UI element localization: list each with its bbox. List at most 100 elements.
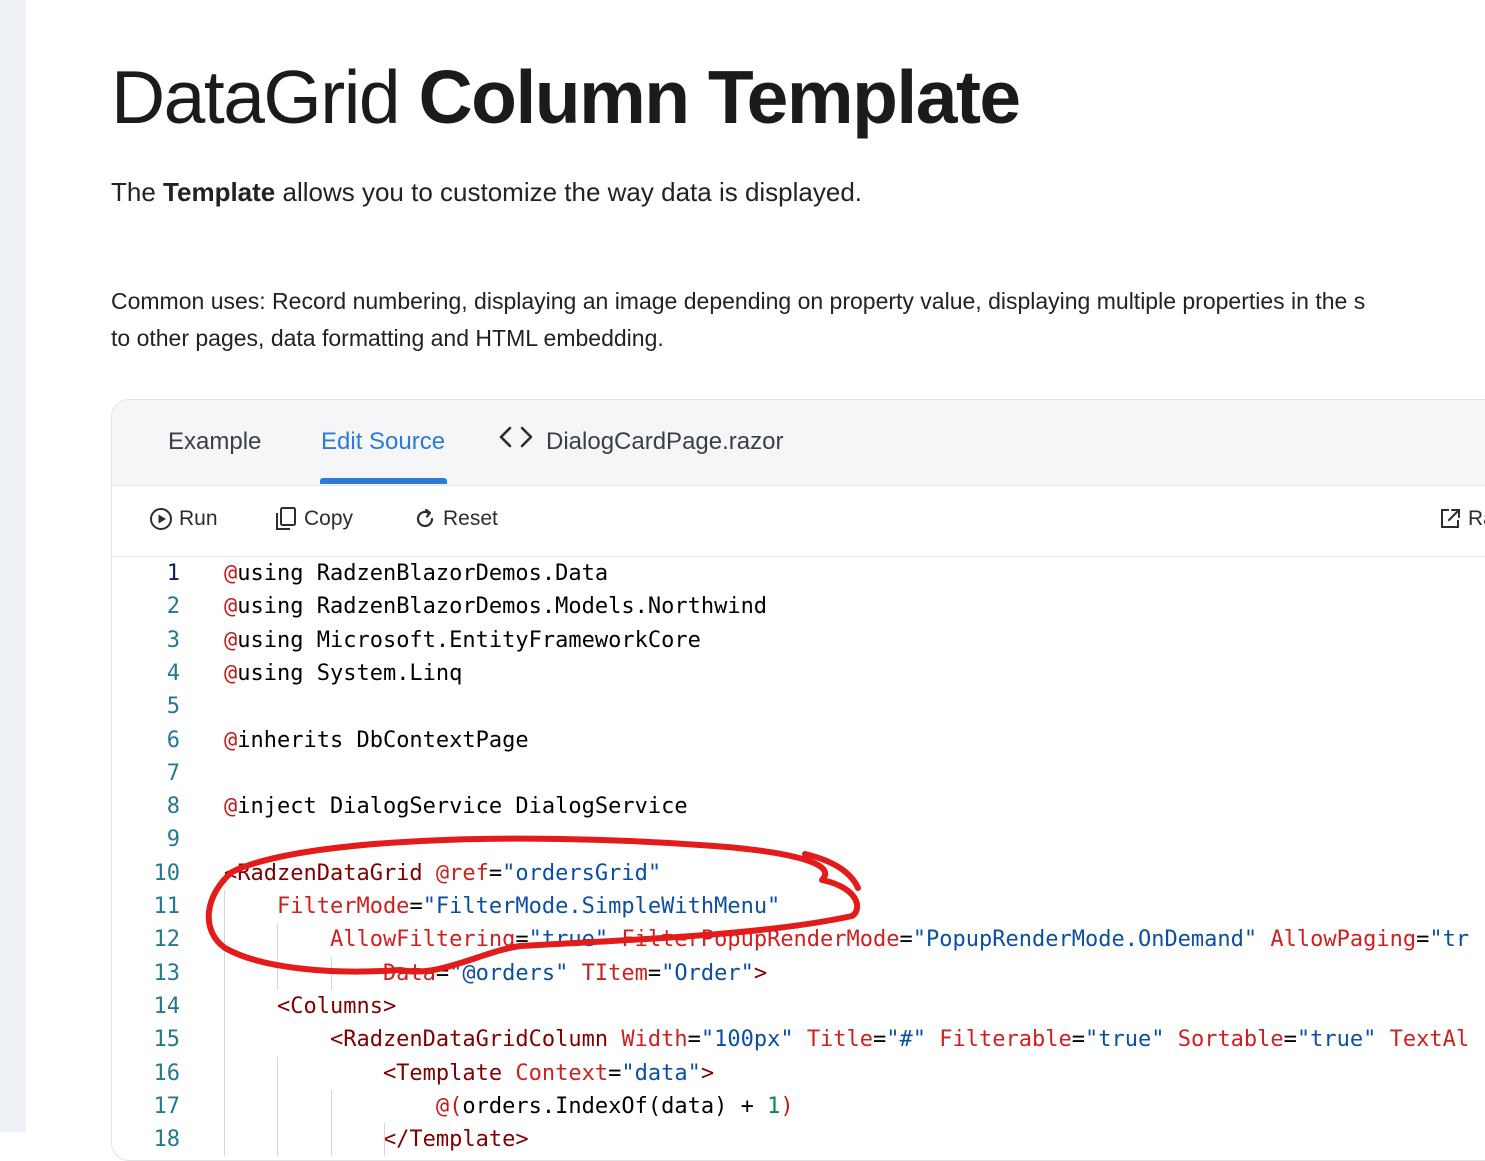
code-token: </Template>	[224, 1127, 529, 1153]
code-text: @using RadzenBlazorDemos.Data	[224, 557, 608, 590]
code-line: 5	[112, 690, 1485, 723]
code-token: =	[608, 1060, 622, 1086]
code-text: @using RadzenBlazorDemos.Models.Northwin…	[224, 590, 767, 623]
reset-button[interactable]: Reset	[413, 504, 498, 534]
intro-text-end: allows you to customize the way data is …	[282, 177, 863, 207]
code-token: @ref	[435, 860, 489, 886]
code-text: <Columns>	[224, 990, 396, 1023]
run-label: Run	[179, 507, 218, 530]
code-line: 16 <Template Context="data">	[112, 1057, 1485, 1090]
line-number: 18	[153, 1127, 181, 1153]
code-line: 15 <RadzenDataGridColumn Width="100px" T…	[112, 1023, 1485, 1056]
open-external-label: Ra	[1468, 507, 1485, 530]
code-editor[interactable]: 1 @using RadzenBlazorDemos.Data 2 @using Ra…	[112, 557, 1485, 1160]
page-title-bold: Column Template	[418, 55, 1021, 139]
code-line: 10 <RadzenDataGrid @ref="ordersGrid"	[112, 857, 1485, 890]
code-token: TItem	[581, 960, 648, 986]
reset-label: Reset	[443, 507, 498, 530]
code-token: "true"	[528, 927, 622, 953]
code-token: @	[224, 794, 238, 820]
page-title-light: DataGrid	[111, 55, 401, 139]
code-token: =	[1416, 927, 1430, 953]
tab-file[interactable]: DialogCardPage.razor	[498, 425, 783, 459]
code-text: @inherits DbContextPage	[224, 724, 529, 757]
code-line: 11 FilterMode="FilterMode.SimpleWithMenu…	[112, 890, 1485, 923]
line-number: 4	[166, 660, 180, 686]
intro-text-keyword: Template	[163, 177, 276, 207]
code-token: using RadzenBlazorDemos.Models.Northwind	[237, 594, 768, 620]
code-token: >	[753, 960, 768, 986]
code-token: 1	[767, 1093, 781, 1119]
code-token: <Template	[224, 1060, 516, 1086]
code-token: Context	[515, 1060, 609, 1086]
code-token: <RadzenDataGridColumn	[224, 1027, 622, 1053]
code-token: FilterPopupRenderMode	[621, 927, 900, 953]
code-line: 14 <Columns>	[112, 990, 1485, 1023]
code-line: 17 @(orders.IndexOf(data) + 1)	[112, 1090, 1485, 1123]
code-token: "true"	[1084, 1027, 1178, 1053]
code-token: orders.IndexOf(data) +	[462, 1093, 768, 1119]
indent-guide	[277, 923, 279, 990]
common-uses-line-1: Common uses: Record numbering, displayin…	[111, 288, 1366, 314]
code-token: =	[1071, 1027, 1085, 1053]
copy-button[interactable]: Copy	[274, 504, 353, 534]
code-token: @	[224, 627, 238, 653]
code-text: AllowFiltering="true" FilterPopupRenderM…	[224, 923, 1469, 956]
code-line: 7	[112, 757, 1485, 790]
code-token: inject DialogService DialogService	[237, 794, 688, 820]
play-circle-icon	[149, 507, 173, 531]
code-token: "ordersGrid"	[502, 860, 662, 886]
code-token: =	[488, 860, 503, 886]
line-number: 1	[166, 561, 180, 586]
copy-label: Copy	[304, 507, 354, 530]
code-line: 6 @inherits DbContextPage	[112, 724, 1485, 757]
refresh-icon	[413, 507, 437, 531]
code-token: "#"	[886, 1027, 940, 1053]
code-token: "data"	[621, 1060, 701, 1086]
code-line: 8 @inject DialogService DialogService	[112, 790, 1485, 823]
open-external-button[interactable]: Ra	[1438, 504, 1485, 534]
code-text: </Template>	[224, 1123, 529, 1156]
code-line: 3 @using Microsoft.EntityFrameworkCore	[112, 624, 1485, 657]
external-link-icon	[1438, 507, 1462, 531]
left-sidebar-edge	[0, 0, 26, 1132]
line-number: 6	[166, 727, 180, 753]
code-token: "FilterMode.SimpleWithMenu"	[422, 894, 781, 919]
code-token: AllowPaging	[1270, 927, 1417, 953]
code-token: "Order"	[661, 960, 754, 986]
line-number: 11	[153, 894, 181, 919]
tab-bar: Example Edit Source DialogCardPage.razor	[112, 400, 1485, 486]
tab-example[interactable]: Example	[168, 425, 261, 459]
code-token: "100px"	[700, 1027, 807, 1053]
intro-text-start: The	[111, 177, 156, 207]
code-token: TextAl	[1389, 1027, 1470, 1053]
indent-guide	[277, 1056, 279, 1157]
code-token: FilterMode	[224, 894, 410, 919]
line-number: 17	[153, 1093, 181, 1119]
code-line: 1 @using RadzenBlazorDemos.Data	[112, 557, 1485, 590]
line-number: 5	[166, 694, 180, 720]
code-token: "@orders"	[449, 960, 582, 986]
code-text: <RadzenDataGridColumn Width="100px" Titl…	[224, 1023, 1469, 1056]
line-number: 14	[153, 993, 181, 1019]
code-token: "true"	[1296, 1027, 1390, 1053]
code-token: inherits DbContextPage	[237, 727, 529, 753]
code-token: =	[409, 894, 423, 919]
code-token: <RadzenDataGrid	[224, 860, 436, 886]
line-number: 2	[166, 594, 180, 620]
code-token: =	[687, 1027, 701, 1053]
code-token: using Microsoft.EntityFrameworkCore	[237, 627, 701, 653]
page-title: DataGrid Column Template	[111, 52, 1021, 142]
code-brackets-icon	[498, 425, 534, 459]
run-button[interactable]: Run	[149, 504, 218, 534]
line-number: 13	[153, 960, 181, 986]
code-text: Data="@orders" TItem="Order">	[224, 957, 767, 990]
code-token: =	[873, 1027, 887, 1053]
code-token: >	[700, 1060, 715, 1086]
code-line: 18 </Template>	[112, 1123, 1485, 1156]
code-token: )	[780, 1093, 794, 1119]
intro-text: The Template allows you to customize the…	[111, 172, 862, 212]
source-card: Example Edit Source DialogCardPage.razor…	[111, 399, 1485, 1161]
code-text: @inject DialogService DialogService	[224, 790, 688, 823]
tab-edit-source[interactable]: Edit Source	[321, 425, 445, 459]
